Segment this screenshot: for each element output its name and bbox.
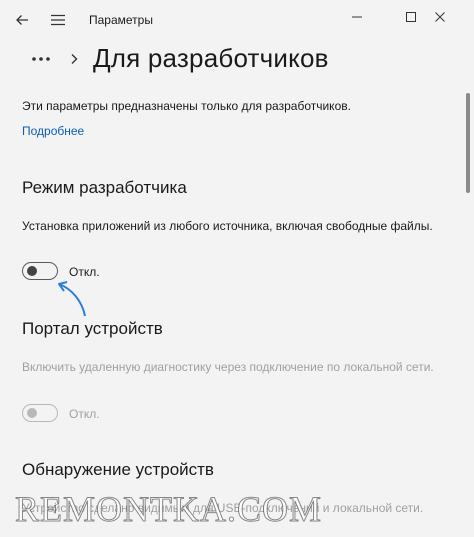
close-button[interactable] <box>424 4 456 30</box>
scrollbar[interactable] <box>466 93 470 193</box>
hamburger-menu-icon <box>51 14 65 26</box>
device-portal-title: Портал устройств <box>22 319 163 338</box>
arrow-left-icon <box>16 15 28 25</box>
back-button[interactable] <box>10 8 34 32</box>
toggle-knob <box>27 408 37 418</box>
device-portal-toggle[interactable] <box>22 404 58 422</box>
chevron-right-icon <box>71 54 78 64</box>
developer-mode-description: Установка приложений из любого источника… <box>22 219 433 233</box>
close-icon <box>435 12 445 22</box>
breadcrumb-more-button[interactable] <box>28 46 54 72</box>
title-bar: Параметры <box>0 0 474 40</box>
page-title: Для разработчиков <box>93 43 329 73</box>
device-portal-toggle-label: Откл. <box>69 407 100 421</box>
more-dots-icon <box>32 57 50 61</box>
breadcrumb-separator <box>66 49 82 69</box>
annotation-arrow-icon <box>58 281 86 317</box>
settings-window: Параметры Для разработчиков Эти параметр… <box>0 0 474 537</box>
developer-mode-title: Режим разработчика <box>22 178 187 197</box>
developer-mode-toggle[interactable] <box>22 262 58 280</box>
maximize-icon <box>406 12 416 22</box>
device-portal-description: Включить удаленную диагностику через под… <box>22 360 434 374</box>
minimize-icon <box>352 16 362 18</box>
window-title: Параметры <box>89 13 153 27</box>
device-discovery-title: Обнаружение устройств <box>22 460 214 479</box>
maximize-button[interactable] <box>395 4 427 30</box>
learn-more-link[interactable]: Подробнее <box>22 124 84 138</box>
intro-text: Эти параметры предназначены только для р… <box>22 99 351 113</box>
navigation-menu-button[interactable] <box>46 8 70 32</box>
developer-mode-toggle-label: Откл. <box>69 265 100 279</box>
minimize-button[interactable] <box>341 4 373 30</box>
watermark: REMONTKA.COM <box>14 489 323 530</box>
toggle-knob <box>27 266 37 276</box>
